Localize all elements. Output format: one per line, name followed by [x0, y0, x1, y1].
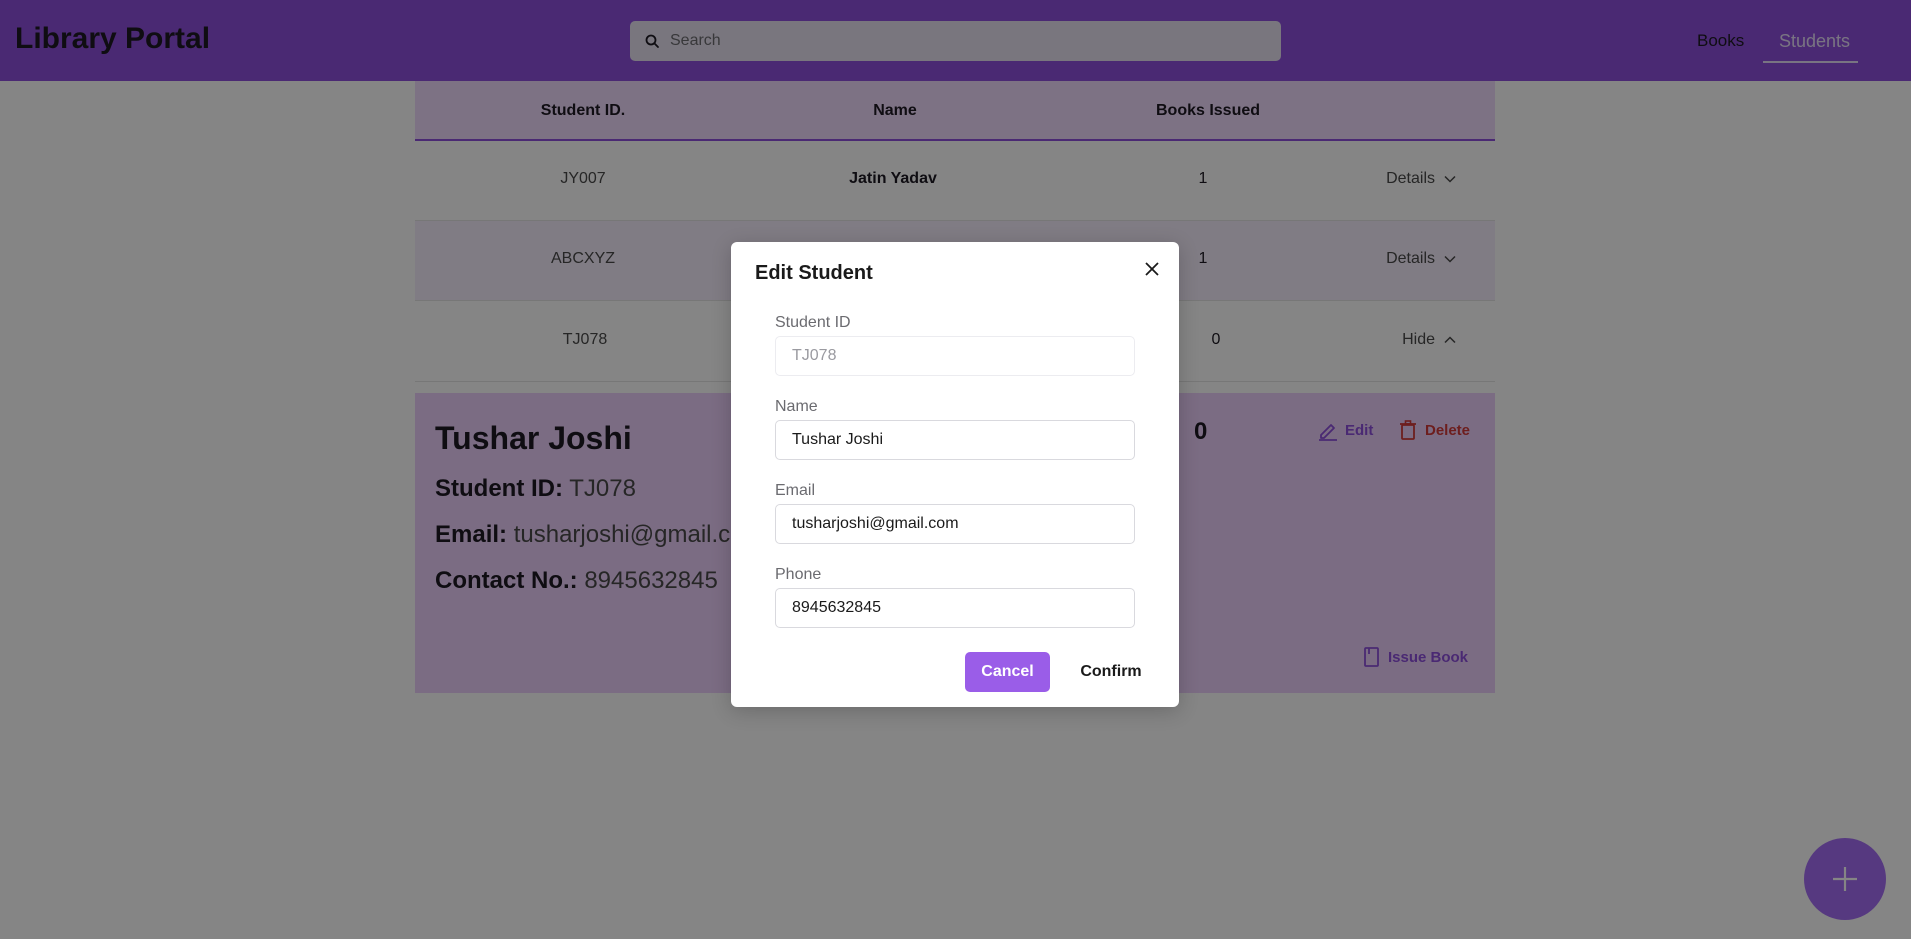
phone-label: Phone: [775, 566, 822, 583]
confirm-button[interactable]: Confirm: [1061, 652, 1161, 692]
close-icon[interactable]: [1141, 258, 1163, 280]
student-id-field: [775, 336, 1135, 376]
edit-student-modal: Edit Student Student ID Name Email Phone…: [731, 242, 1179, 707]
email-field[interactable]: [775, 504, 1135, 544]
student-id-label: Student ID: [775, 314, 851, 331]
modal-title: Edit Student: [755, 262, 873, 284]
name-field[interactable]: [775, 420, 1135, 460]
phone-field[interactable]: [775, 588, 1135, 628]
cancel-button[interactable]: Cancel: [965, 652, 1050, 692]
name-label: Name: [775, 398, 818, 415]
email-label: Email: [775, 482, 816, 499]
